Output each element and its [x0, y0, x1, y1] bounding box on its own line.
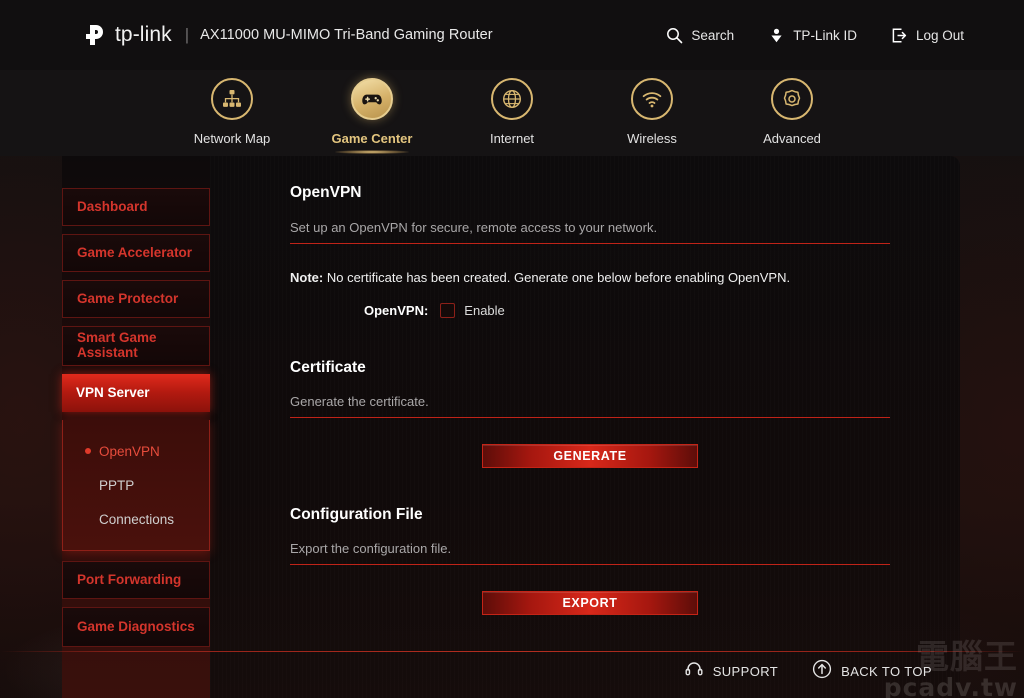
active-bullet-icon — [85, 448, 91, 454]
wifi-icon — [631, 78, 673, 120]
tplink-logo-icon — [84, 21, 110, 49]
tplink-id-label: TP-Link ID — [793, 27, 857, 43]
sidebar-item-game-protector[interactable]: Game Protector — [62, 280, 210, 318]
footer: SUPPORT BACK TO TOP — [684, 659, 932, 684]
router-admin-page: tp-link | AX11000 MU-MIMO Tri-Band Gamin… — [0, 0, 1024, 698]
configuration-description: Export the configuration file. — [290, 541, 452, 556]
configuration-action-row: EXPORT — [290, 591, 890, 615]
gear-icon — [771, 78, 813, 120]
section-divider — [290, 564, 890, 565]
brand-separator: | — [184, 25, 190, 44]
section-divider — [290, 243, 890, 244]
active-tab-indicator — [335, 150, 409, 154]
nav-tab-internet[interactable]: Internet — [442, 70, 582, 146]
main-content: OpenVPN Set up an OpenVPN for secure, re… — [210, 156, 960, 615]
globe-icon — [491, 78, 533, 120]
sidebar-item-dashboard[interactable]: Dashboard — [62, 188, 210, 226]
sidebar-item-label: Dashboard — [77, 198, 148, 214]
sidebar-item-smart-game-assistant[interactable]: Smart Game Assistant — [62, 326, 210, 366]
nav-tab-game-center[interactable]: Game Center — [302, 70, 442, 154]
sidebar-subitem-openvpn[interactable]: OpenVPN — [63, 434, 209, 468]
openvpn-enable-label: Enable — [464, 303, 505, 318]
tplink-id-button[interactable]: TP-Link ID — [768, 27, 857, 44]
footer-divider — [0, 651, 1024, 652]
search-icon — [666, 27, 683, 44]
back-to-top-button[interactable]: BACK TO TOP — [812, 659, 932, 684]
certificate-description: Generate the certificate. — [290, 394, 429, 409]
sidebar: Dashboard Game Accelerator Game Protecto… — [62, 156, 210, 698]
generate-button[interactable]: GENERATE — [482, 444, 698, 468]
nav-tab-game-center-label: Game Center — [331, 131, 413, 146]
openvpn-description: Set up an OpenVPN for secure, remote acc… — [290, 220, 658, 235]
sidebar-submenu-vpn-server: OpenVPN PPTP Connections — [62, 420, 210, 551]
nav-tab-advanced[interactable]: Advanced — [722, 70, 862, 146]
sidebar-subitem-label: OpenVPN — [99, 443, 160, 459]
certificate-title: Certificate — [290, 359, 366, 376]
section-configuration-file: Configuration File Export the configurat… — [210, 468, 960, 615]
openvpn-note: Note: No certificate has been created. G… — [290, 270, 890, 285]
arrow-up-circle-icon — [812, 659, 832, 684]
main-nav-tabs: Network Map Game Center Internet Wireles… — [0, 70, 1024, 156]
back-to-top-label: BACK TO TOP — [841, 664, 932, 679]
brand-name: tp-link — [115, 23, 172, 46]
nav-tab-network-map-label: Network Map — [193, 131, 271, 146]
sidebar-subitem-connections[interactable]: Connections — [63, 502, 209, 536]
sidebar-item-label: Port Forwarding — [77, 571, 182, 587]
gamepad-icon — [351, 78, 393, 120]
top-nav: Search TP-Link ID Log Out — [666, 27, 964, 44]
note-text: No certificate has been created. Generat… — [326, 270, 791, 285]
certificate-action-row: GENERATE — [290, 444, 890, 468]
openvpn-enable-row: OpenVPN: Enable — [290, 303, 890, 318]
logout-label: Log Out — [915, 27, 964, 43]
nav-tab-wireless-label: Wireless — [627, 131, 677, 146]
support-label: SUPPORT — [712, 664, 779, 679]
headset-icon — [684, 660, 704, 683]
support-button[interactable]: SUPPORT — [684, 660, 778, 683]
sidebar-item-label: Game Diagnostics — [77, 618, 195, 634]
sidebar-item-vpn-server[interactable]: VPN Server — [62, 374, 210, 412]
openvpn-title: OpenVPN — [290, 184, 362, 201]
tplink-id-icon — [768, 27, 785, 44]
nav-tab-internet-label: Internet — [489, 131, 535, 146]
router-model-name: AX11000 MU-MIMO Tri-Band Gaming Router — [200, 27, 493, 43]
logout-icon — [891, 27, 908, 44]
sidebar-item-port-forwarding[interactable]: Port Forwarding — [62, 561, 210, 599]
openvpn-field-label: OpenVPN: — [364, 303, 429, 318]
nav-tab-wireless[interactable]: Wireless — [582, 70, 722, 146]
sidebar-subitem-label: Connections — [99, 511, 175, 527]
note-label: Note: — [290, 270, 324, 285]
sidebar-item-label: VPN Server — [76, 384, 150, 400]
sidebar-item-label: Smart Game Assistant — [77, 330, 157, 360]
sidebar-subitem-pptp[interactable]: PPTP — [63, 468, 209, 502]
sidebar-subitem-label: PPTP — [99, 477, 135, 493]
top-header: tp-link | AX11000 MU-MIMO Tri-Band Gamin… — [0, 0, 1024, 70]
section-openvpn: OpenVPN Set up an OpenVPN for secure, re… — [210, 156, 960, 318]
brand-block: tp-link | AX11000 MU-MIMO Tri-Band Gamin… — [84, 21, 493, 49]
section-certificate: Certificate Generate the certificate. GE… — [210, 318, 960, 468]
sidebar-item-game-accelerator[interactable]: Game Accelerator — [62, 234, 210, 272]
search-label: Search — [691, 27, 735, 43]
configuration-title: Configuration File — [290, 506, 423, 523]
section-divider — [290, 417, 890, 418]
network-map-icon — [211, 78, 253, 120]
sidebar-item-label: Game Accelerator — [77, 244, 193, 260]
sidebar-item-game-diagnostics[interactable]: Game Diagnostics — [62, 607, 210, 647]
nav-tab-advanced-label: Advanced — [763, 131, 821, 146]
logout-button[interactable]: Log Out — [891, 27, 964, 44]
openvpn-enable-checkbox[interactable] — [440, 303, 456, 318]
export-button[interactable]: EXPORT — [482, 591, 698, 615]
nav-tab-network-map[interactable]: Network Map — [162, 70, 302, 146]
search-button[interactable]: Search — [666, 27, 734, 44]
sidebar-item-label: Game Protector — [77, 290, 179, 306]
